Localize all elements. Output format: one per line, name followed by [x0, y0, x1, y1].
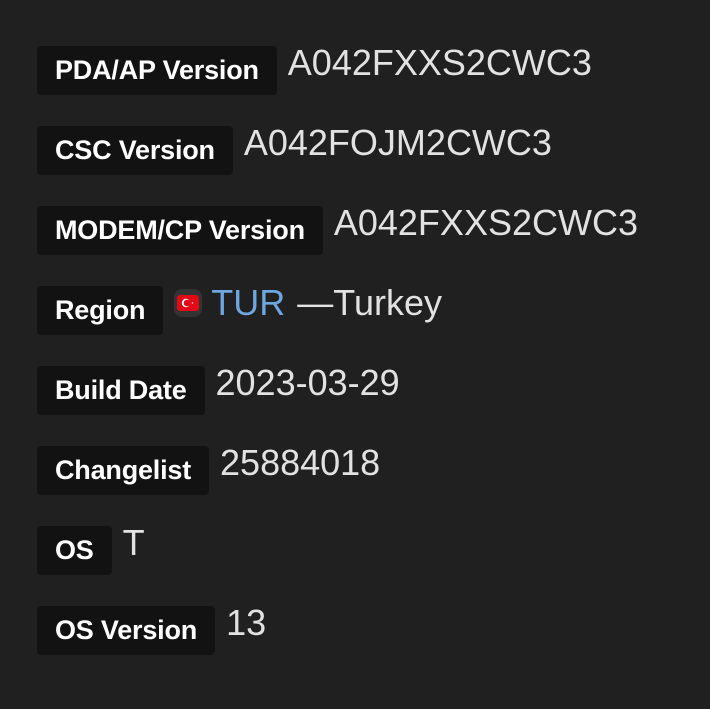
pda-ap-version-label: PDA/AP Version [37, 45, 277, 95]
modem-cp-version-value: A042FXXS2CWC3 [333, 202, 638, 243]
row-os-version: OS Version 13 [37, 605, 266, 655]
row-changelist: Changelist 25884018 [37, 445, 380, 495]
row-csc-version: CSC Version A042FOJM2CWC3 [37, 125, 552, 175]
row-build-date: Build Date 2023-03-29 [37, 365, 400, 415]
csc-version-label: CSC Version [37, 125, 233, 175]
row-pda-ap-version: PDA/AP Version A042FXXS2CWC3 [37, 45, 592, 95]
turkey-flag-icon [174, 289, 203, 317]
region-value: TUR —Turkey [174, 285, 442, 321]
row-region: Region TUR —Turkey [37, 285, 442, 335]
os-label: OS [37, 525, 112, 575]
row-os: OS T [37, 525, 145, 575]
region-code-link[interactable]: TUR [211, 285, 285, 321]
os-version-value: 13 [226, 602, 267, 643]
csc-version-value: A042FOJM2CWC3 [243, 122, 552, 163]
pda-ap-version-value: A042FXXS2CWC3 [287, 42, 592, 83]
build-date-label: Build Date [37, 365, 205, 415]
changelist-label: Changelist [37, 445, 210, 495]
os-value: T [122, 522, 145, 563]
changelist-value: 25884018 [220, 442, 381, 483]
build-date-value: 2023-03-29 [215, 362, 400, 403]
region-label: Region [37, 285, 164, 335]
region-name: —Turkey [297, 282, 442, 323]
modem-cp-version-label: MODEM/CP Version [37, 205, 323, 255]
os-version-label: OS Version [37, 605, 216, 655]
row-modem-cp-version: MODEM/CP Version A042FXXS2CWC3 [37, 205, 638, 255]
